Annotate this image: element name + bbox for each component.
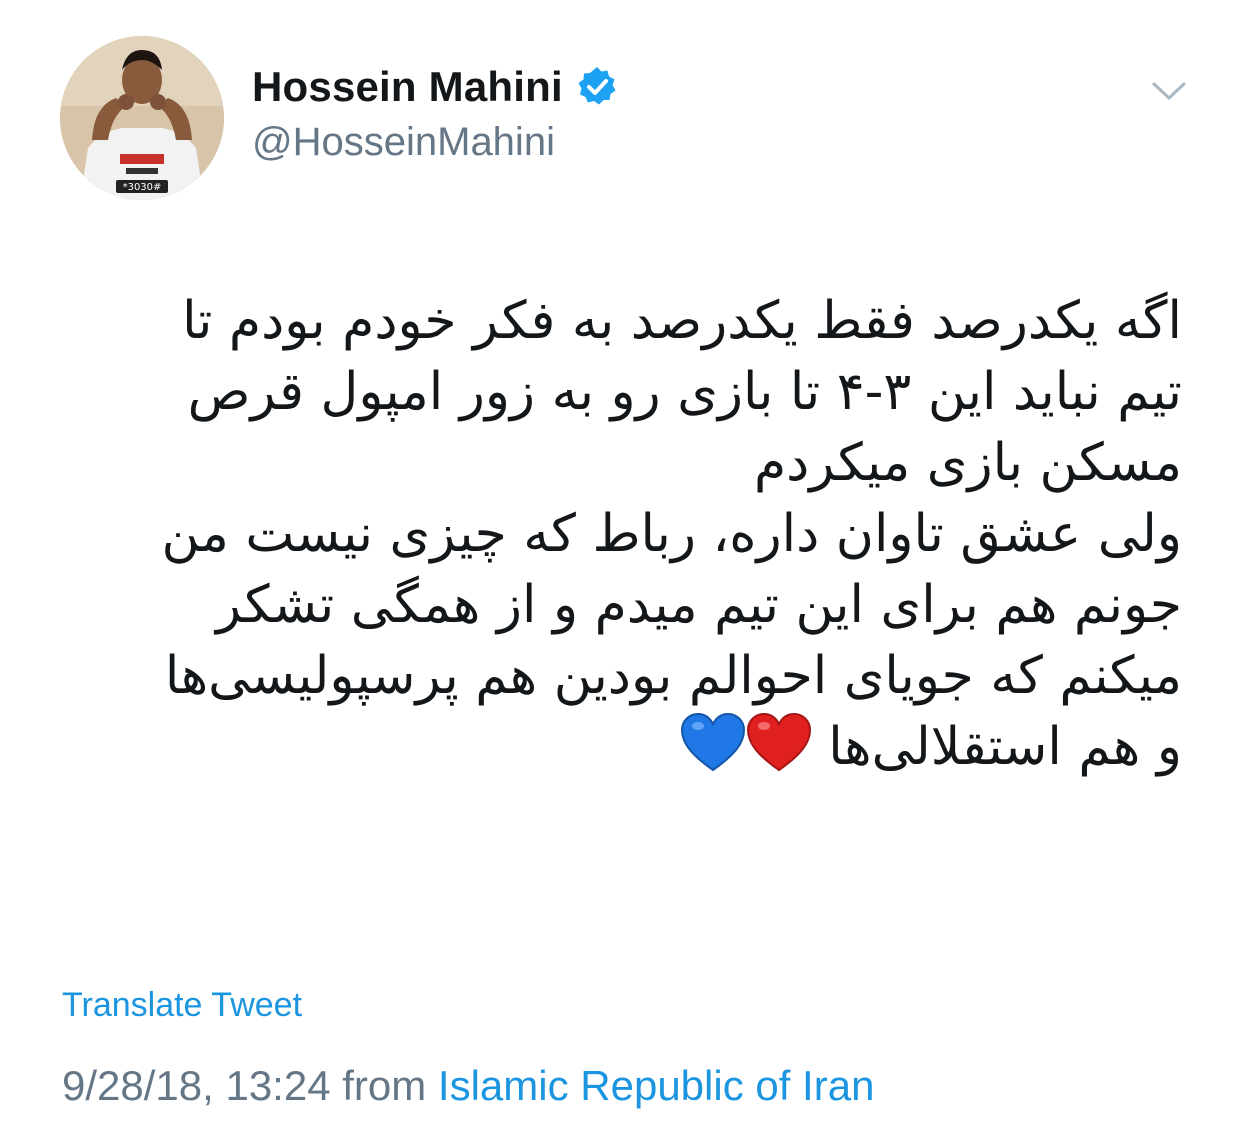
tweet-text-line-last: و هم استقلالی‌ها bbox=[82, 712, 1182, 793]
chevron-down-icon[interactable] bbox=[1150, 76, 1188, 106]
verified-badge-icon bbox=[578, 67, 616, 105]
avatar[interactable]: *3030# bbox=[60, 36, 224, 200]
translate-tweet-link[interactable]: Translate Tweet bbox=[62, 986, 302, 1025]
location-link[interactable]: Islamic Republic of Iran bbox=[438, 1062, 875, 1109]
tweet-text-line: و هم استقلالی‌ها bbox=[828, 717, 1182, 777]
tweet-text-line: اگه یکدرصد فقط یکدرصد به فکر خودم بودم ت… bbox=[182, 291, 1182, 351]
hearts-emoji-icon bbox=[680, 712, 811, 772]
profile-photo-icon: *3030# bbox=[60, 36, 224, 200]
from-label: from bbox=[342, 1062, 427, 1109]
jersey-number: *3030# bbox=[123, 182, 162, 193]
tweet-text: اگه یکدرصد فقط یکدرصد به فکر خودم بودم ت… bbox=[82, 286, 1182, 793]
tweet-meta: 9/28/18, 13:24 from Islamic Republic of … bbox=[62, 1062, 874, 1110]
timestamp[interactable]: 9/28/18, 13:24 bbox=[62, 1062, 331, 1109]
tweet-text-line: میکنم که جویای احوالم بودین هم پرسپولیسی… bbox=[164, 646, 1182, 706]
emoji-group bbox=[680, 712, 812, 793]
tweet-text-line: ولی عشق تاوان داره، رباط که چیزی نیست من bbox=[161, 504, 1182, 564]
tweet-text-line: جونم هم برای این تیم میدم و از همگی تشکر bbox=[216, 575, 1182, 635]
display-name[interactable]: Hossein Mahini bbox=[252, 63, 563, 111]
author-name-row[interactable]: Hossein Mahini bbox=[252, 62, 619, 112]
red-heart-icon bbox=[746, 712, 811, 772]
tweet-text-line: مسکن بازی میکردم bbox=[753, 433, 1182, 493]
tweet-text-line: تیم نباید این ۳-۴ تا بازی رو به زور امپو… bbox=[187, 362, 1182, 422]
username-handle[interactable]: @HosseinMahini bbox=[252, 120, 555, 165]
blue-heart-icon bbox=[680, 712, 745, 772]
